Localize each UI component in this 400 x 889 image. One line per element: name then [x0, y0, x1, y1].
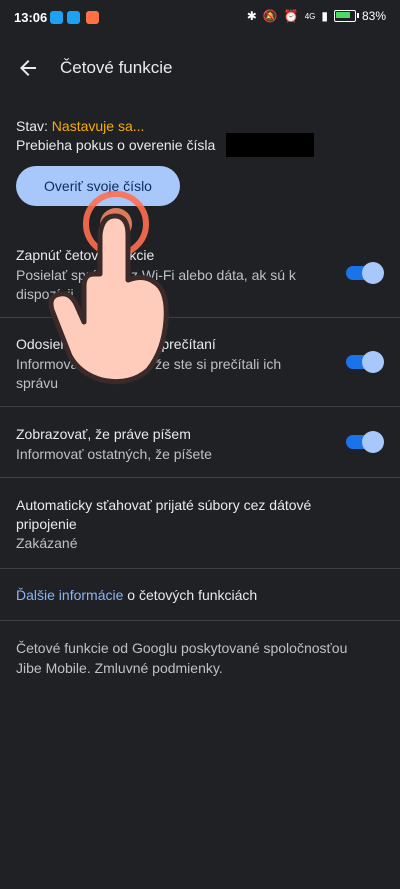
navigation-bar — [0, 869, 400, 889]
learn-more-link[interactable]: Ďalšie informácie — [16, 587, 123, 603]
twitter-notification-icon — [67, 11, 80, 24]
arrow-back-icon — [20, 60, 36, 76]
divider — [0, 568, 400, 569]
app-notification-icon — [86, 11, 99, 24]
setting-subtitle: Zakázané — [16, 535, 78, 551]
bluetooth-icon: ✱ — [246, 9, 257, 23]
divider — [0, 620, 400, 621]
network-label: 4G — [304, 11, 316, 21]
setting-auto-download[interactable]: Automaticky sťahovať prijaté súbory cez … — [0, 478, 400, 568]
back-button[interactable] — [16, 56, 40, 80]
setting-subtitle: Informovať ostatných, že píšete — [16, 446, 212, 462]
learn-more-row: Ďalšie informácie o četových funkciách — [16, 587, 257, 603]
learn-more-text: o četových funkciách — [123, 587, 258, 603]
twitter-notification-icon — [50, 11, 63, 24]
read-receipts-toggle[interactable] — [346, 351, 384, 373]
page-title: Četové funkcie — [60, 58, 173, 77]
battery-icon — [333, 10, 359, 22]
status-bar: 13:06 ✱ 🔕 ⏰ 4G ▮ 83% — [0, 0, 400, 36]
typing-indicator-toggle[interactable] — [346, 431, 384, 453]
alarm-icon: ⏰ — [283, 9, 299, 23]
signal-icon: ▮ — [321, 9, 328, 23]
setting-title: Automaticky sťahovať prijaté súbory cez … — [16, 497, 312, 532]
footer-text: Četové funkcie od Googlu poskytované spo… — [16, 640, 348, 676]
app-bar: Četové funkcie — [0, 48, 400, 88]
setting-typing-indicator[interactable]: Zobrazovať, že práve píšem Informovať os… — [0, 407, 400, 477]
status-time: 13:06 — [14, 10, 48, 25]
status-icons: ✱ 🔕 ⏰ 4G ▮ 83% — [247, 9, 386, 23]
status-description: Prebieha pokus o overenie čísla — [16, 137, 216, 153]
status-row: Stav: Nastavuje sa... — [16, 118, 144, 134]
silent-icon: 🔕 — [262, 9, 278, 23]
status-label: Stav: — [16, 118, 48, 134]
redacted-phone-number — [226, 133, 314, 157]
enable-chat-toggle[interactable] — [346, 262, 384, 284]
battery-percent: 83% — [361, 9, 386, 23]
setting-title: Zobrazovať, že práve píšem — [16, 426, 191, 442]
status-value: Nastavuje sa... — [51, 118, 145, 134]
tap-hand-icon — [48, 191, 169, 385]
